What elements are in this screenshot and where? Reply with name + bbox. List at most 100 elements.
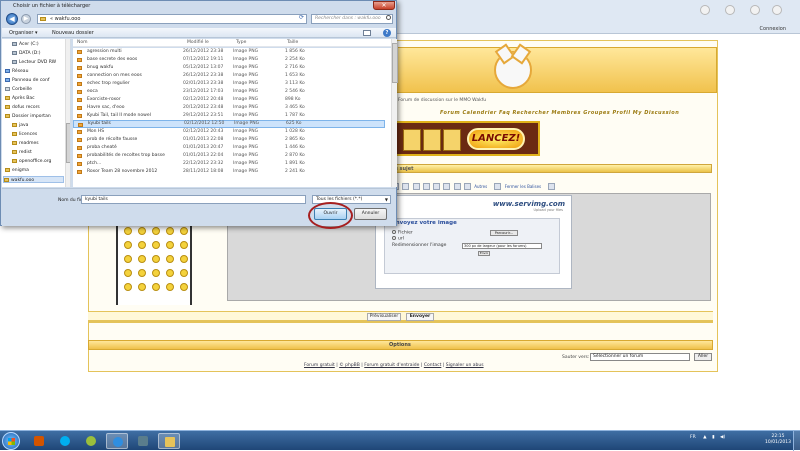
settings-icon[interactable] <box>772 5 782 15</box>
smiley-icon[interactable] <box>138 255 146 263</box>
footer-link[interactable]: Forum gratuit d'entraide <box>364 363 419 368</box>
upload-send-button[interactable]: Envoi <box>478 251 490 256</box>
file-row-selected[interactable]: kyubi tails 02/12/2012 12:50 Image PNG 625 … <box>73 120 385 128</box>
filename-input[interactable]: kyubi tails <box>81 195 306 204</box>
nav-item[interactable]: java <box>12 122 28 129</box>
file-row[interactable]: probabilités de recoltes trop basse 01/01… <box>73 152 385 160</box>
start-button[interactable] <box>2 432 20 450</box>
resize-select[interactable]: 300 px de largeur (pour les forums) <box>462 243 542 249</box>
forum-jump-select[interactable]: Sélectionner un forum <box>590 353 690 361</box>
file-list-scrollbar-thumb[interactable] <box>392 43 398 83</box>
smiley-icon[interactable] <box>138 227 146 235</box>
go-button[interactable]: Aller <box>694 353 712 361</box>
file-row[interactable]: agression multi 26/12/2012 23:38 Image PNG… <box>73 48 385 56</box>
submit-button[interactable]: Envoyer <box>406 313 434 321</box>
radio-icon[interactable] <box>392 236 396 240</box>
nav-scrollbar-thumb[interactable] <box>66 123 70 163</box>
lancez-button[interactable]: LANCEZ! <box>467 128 525 150</box>
login-link[interactable]: Connexion <box>760 26 786 32</box>
banner-ad[interactable]: LANCEZ! <box>395 121 540 156</box>
favorites-icon[interactable] <box>725 5 735 15</box>
language-indicator[interactable]: FR <box>690 435 696 440</box>
nav-item[interactable]: Panneau de conf <box>5 77 50 84</box>
file-row[interactable]: bnug wakfu 05/12/2012 13:07 Image PNG 2 716… <box>73 64 385 72</box>
nav-item[interactable]: enigma <box>5 167 29 174</box>
refresh-icon[interactable]: ⟳ <box>299 14 304 21</box>
file-row[interactable]: base secrete des eoos 07/12/2012 19:11 Ima… <box>73 56 385 64</box>
link-icon[interactable] <box>433 183 441 190</box>
more-tools-link[interactable]: Autres <box>474 184 487 189</box>
forum-nav-menu[interactable]: Forum Calendrier Faq Rechercher Membres … <box>440 110 679 116</box>
nav-scrollbar[interactable] <box>65 39 70 187</box>
search-icon[interactable] <box>386 15 391 20</box>
forward-arrow-icon[interactable]: ▶ <box>21 14 31 24</box>
cancel-button[interactable]: Annuler <box>354 208 387 220</box>
system-tray[interactable]: FR ▲ ▮ ◀) <box>690 435 725 440</box>
volume-icon[interactable]: ◀) <box>720 435 725 440</box>
options-bar[interactable]: Options <box>88 340 713 350</box>
nav-item[interactable]: Acer (C:) <box>12 41 39 48</box>
smiley-icon[interactable] <box>180 255 188 263</box>
chevron-down-icon[interactable]: ▼ <box>385 196 388 203</box>
close-tags-link[interactable]: Fermer les Balises <box>505 184 541 189</box>
clear-icon[interactable] <box>494 183 502 190</box>
image-icon[interactable] <box>422 183 430 190</box>
quote-icon[interactable] <box>443 183 451 190</box>
nav-item[interactable]: Après Bac <box>5 95 35 102</box>
navigation-pane[interactable]: Acer (C:) DATA (D:) Lecteur DVD RW Résea… <box>2 39 71 187</box>
nav-item[interactable]: Réseau <box>5 68 28 75</box>
smiley-icon[interactable] <box>124 283 132 291</box>
taskbar-app[interactable] <box>80 433 102 449</box>
column-header-name[interactable]: Nom <box>77 40 88 45</box>
nav-item[interactable]: licences <box>12 131 37 138</box>
column-header-type[interactable]: Type <box>236 40 246 45</box>
file-row[interactable]: Kyubi Tail, tail II mode nowel 29/12/2012… <box>73 112 385 120</box>
code-icon[interactable] <box>453 183 461 190</box>
smiley-icon[interactable] <box>124 255 132 263</box>
smiley-icon[interactable] <box>166 269 174 277</box>
url-radio[interactable]: url <box>392 236 404 242</box>
file-row[interactable]: Havre sac, d'eoo 20/12/2012 23:48 Image PN… <box>73 104 385 112</box>
smiley-icon[interactable] <box>152 255 160 263</box>
nav-item[interactable]: redist <box>12 149 32 156</box>
new-folder-button[interactable]: Nouveau dossier <box>52 29 94 37</box>
nav-item[interactable]: Lecteur DVD RW <box>12 59 56 66</box>
taskbar-explorer[interactable] <box>158 433 180 449</box>
file-row[interactable]: Exorciste-roxor 02/12/2012 20:48 Image PNG… <box>73 96 385 104</box>
smiley-icon[interactable] <box>180 227 188 235</box>
resize-icon[interactable] <box>548 183 556 190</box>
file-row[interactable]: echec trop regulier 02/01/2013 23:38 Image… <box>73 80 385 88</box>
nav-item[interactable]: DATA (D:) <box>12 50 41 57</box>
clock[interactable]: 22:15 10/01/2013 <box>765 434 791 446</box>
close-icon[interactable]: ✕ <box>373 1 395 10</box>
show-desktop-button[interactable] <box>793 431 800 451</box>
file-row[interactable]: Roxor Team 28 novembre 2012 28/11/2012 18… <box>73 168 385 176</box>
file-row[interactable]: Mon HS 02/12/2012 20:43 Image PNG 1 028 Ko <box>73 128 385 136</box>
smiley-icon[interactable] <box>124 227 132 235</box>
file-row[interactable]: ptch... 22/12/2012 23:32 Image PNG 1 891 Ko <box>73 160 385 168</box>
smiley-icon[interactable] <box>166 283 174 291</box>
nav-item-selected[interactable]: wakfu.ooo <box>3 176 64 183</box>
smiley-icon[interactable] <box>152 269 160 277</box>
footer-link[interactable]: Forum gratuit <box>304 363 335 368</box>
back-arrow-icon[interactable]: ◀ <box>6 13 18 25</box>
file-list-scrollbar[interactable] <box>391 39 398 187</box>
radio-icon[interactable] <box>392 230 396 234</box>
file-list[interactable]: agression multi 26/12/2012 23:38 Image PNG… <box>73 48 391 187</box>
footer-link[interactable]: © phpBB <box>339 363 360 368</box>
smiley-icon[interactable] <box>138 283 146 291</box>
help-icon[interactable]: ? <box>383 29 391 37</box>
taskbar-internet-explorer[interactable] <box>106 433 128 449</box>
nav-item[interactable]: openoffice.org <box>12 158 51 165</box>
organize-button[interactable]: Organiser ▾ <box>9 29 38 37</box>
address-bar[interactable]: « wakfu.ooo <box>37 14 307 24</box>
file-radio[interactable]: Fichier <box>392 230 413 236</box>
smiley-icon[interactable] <box>180 283 188 291</box>
file-row[interactable]: eoca 23/12/2012 17:03 Image PNG 2 546 Ko <box>73 88 385 96</box>
search-input[interactable]: Rechercher dans : wakfu.ooo <box>311 14 393 24</box>
footer-link[interactable]: Contact <box>424 363 442 368</box>
browse-button[interactable]: Parcourir... <box>490 230 518 236</box>
file-row[interactable]: prob de récolte fausse 01/01/2013 22:08 Im… <box>73 136 385 144</box>
home-icon[interactable] <box>700 5 710 15</box>
smiley-icon[interactable] <box>180 269 188 277</box>
